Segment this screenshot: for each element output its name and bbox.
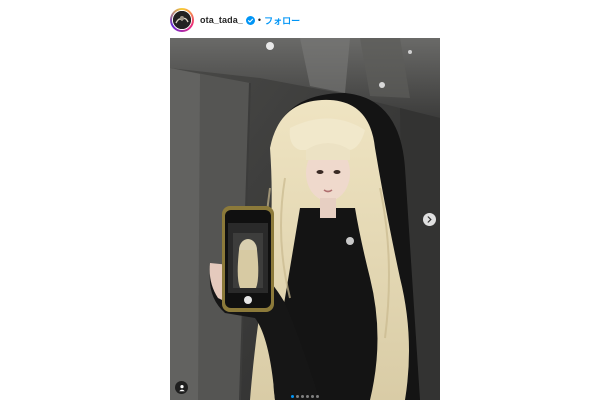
carousel-dot [301,395,304,398]
username[interactable]: ota_tada_ [200,15,243,25]
avatar-image [172,10,192,30]
chevron-right-icon [427,216,432,223]
phone-in-hand [222,206,274,312]
person-icon [178,384,185,391]
carousel-indicator [291,395,319,398]
next-slide-button[interactable] [423,213,436,226]
photo-illustration [170,38,440,400]
separator-dot: • [257,15,262,25]
instagram-post: ota_tada_ • フォロー [170,0,440,400]
post-photo[interactable] [170,38,440,400]
verified-badge-icon [245,15,255,25]
carousel-dot [306,395,309,398]
post-header: ota_tada_ • フォロー [170,6,440,34]
tagged-users-button[interactable] [175,381,188,394]
avatar[interactable] [170,8,194,32]
follow-button[interactable]: フォロー [264,14,300,27]
carousel-dot [311,395,314,398]
carousel-dot [296,395,299,398]
carousel-dot [316,395,319,398]
carousel-dot [291,395,294,398]
